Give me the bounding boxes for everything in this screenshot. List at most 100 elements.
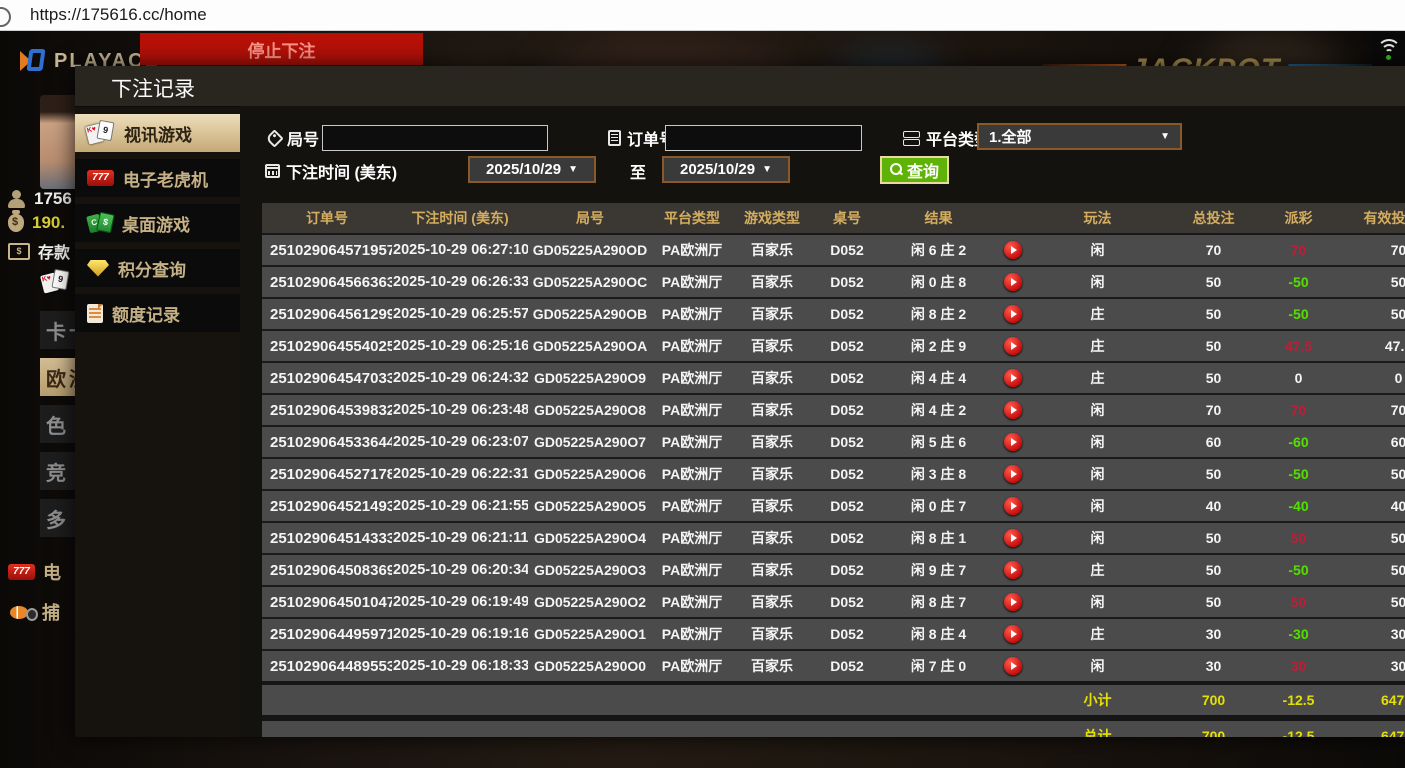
replay-button[interactable] [1004, 465, 1022, 483]
fish-icon [8, 603, 34, 621]
cell-bet-time: 2025-10-29 06:21:11 [392, 522, 528, 554]
cell-table-no: D052 [812, 426, 882, 458]
cell-round-id: GD05225A290O8 [528, 394, 652, 426]
deposit-button[interactable]: $ 存款 [8, 239, 70, 263]
cell-bet-side: 闲 [1030, 426, 1165, 458]
tab-video-games[interactable]: 视讯游戏 [75, 114, 240, 152]
cell-round-id: GD05225A290O9 [528, 362, 652, 394]
tab-slot-machines[interactable]: 电子老虎机 [75, 159, 240, 197]
cell-platform: PA欧洲厅 [652, 298, 732, 330]
cell-order-id: 251029064514333 [262, 522, 392, 554]
cell-total-bet: 50 [1165, 266, 1262, 298]
subtotal-payout: -12.5 [1262, 683, 1335, 718]
cell-order-id: 251029064489553 [262, 650, 392, 683]
replay-button[interactable] [1004, 273, 1022, 291]
replay-button[interactable] [1004, 657, 1022, 675]
column-header: 平台类型 [652, 203, 732, 234]
person-icon [8, 190, 26, 208]
cell-table-no: D052 [812, 554, 882, 586]
search-button[interactable]: 查询 [880, 156, 949, 184]
date-to-picker[interactable]: 2025/10/29 ▼ [662, 156, 790, 183]
cell-total-bet: 70 [1165, 234, 1262, 266]
replay-button[interactable] [1004, 433, 1022, 451]
replay-button[interactable] [1004, 593, 1022, 611]
cell-platform: PA欧洲厅 [652, 330, 732, 362]
replay-button[interactable] [1004, 241, 1022, 259]
cell-valid-bet: 0 [1335, 362, 1405, 394]
cell-payout: -60 [1262, 426, 1335, 458]
bet-records-table-zone: 订单号下注时间 (美东)局号平台类型游戏类型桌号结果玩法总投注派彩有效投注额 2… [262, 203, 1405, 737]
cell-bet-time: 2025-10-29 06:25:57 [392, 298, 528, 330]
cell-bet-side: 庄 [1030, 298, 1165, 330]
column-header: 游戏类型 [732, 203, 812, 234]
total-total-bet: 700 [1165, 718, 1262, 737]
table-row: 251029064514333 2025-10-29 06:21:11 GD05… [262, 522, 1405, 554]
wifi-icon [1376, 39, 1402, 59]
cell-bet-time: 2025-10-29 06:22:31 [392, 458, 528, 490]
tab-table-games[interactable]: 桌面游戏 [75, 204, 240, 242]
date-from-picker[interactable]: 2025/10/29 ▼ [468, 156, 596, 183]
replay-button[interactable] [1004, 369, 1022, 387]
play-icon [1011, 534, 1017, 542]
order-id-input[interactable] [665, 125, 862, 151]
cell-game-type: 百家乐 [732, 618, 812, 650]
cell-platform: PA欧洲厅 [652, 586, 732, 618]
cell-order-id: 251029064508369 [262, 554, 392, 586]
column-header: 结果 [882, 203, 995, 234]
replay-button[interactable] [1004, 337, 1022, 355]
cell-valid-bet: 50 [1335, 522, 1405, 554]
replay-button[interactable] [1004, 305, 1022, 323]
replay-button[interactable] [1004, 625, 1022, 643]
cell-platform: PA欧洲厅 [652, 266, 732, 298]
cell-table-no: D052 [812, 362, 882, 394]
browser-address-bar[interactable]: https://175616.cc/home [0, 0, 1405, 31]
cell-order-id: 251029064566363 [262, 266, 392, 298]
cell-table-no: D052 [812, 586, 882, 618]
play-icon [1011, 662, 1017, 670]
cell-valid-bet: 50 [1335, 586, 1405, 618]
table-row: 251029064539832 2025-10-29 06:23:48 GD05… [262, 394, 1405, 426]
play-icon [1011, 502, 1017, 510]
cell-result: 闲 8 庄 1 [882, 522, 995, 554]
bet-records-table: 订单号下注时间 (美东)局号平台类型游戏类型桌号结果玩法总投注派彩有效投注额 2… [262, 203, 1405, 737]
replay-button[interactable] [1004, 497, 1022, 515]
url-text[interactable]: https://175616.cc/home [30, 5, 207, 25]
cell-bet-time: 2025-10-29 06:20:34 [392, 554, 528, 586]
cell-table-no: D052 [812, 234, 882, 266]
cell-round-id: GD05225A290O6 [528, 458, 652, 490]
cell-round-id: GD05225A290O3 [528, 554, 652, 586]
table-row: 251029064547033 2025-10-29 06:24:32 GD05… [262, 362, 1405, 394]
column-header: 订单号 [262, 203, 392, 234]
tab-points-query[interactable]: 积分查询 [75, 249, 240, 287]
cell-result: 闲 0 庄 8 [882, 266, 995, 298]
cell-platform: PA欧洲厅 [652, 554, 732, 586]
replay-button[interactable] [1004, 529, 1022, 547]
nav-fishing[interactable]: 捕 [8, 599, 60, 625]
nav-slots[interactable]: 电 [8, 559, 61, 585]
modal-title: 下注记录 [111, 73, 195, 103]
tab-credit-records[interactable]: 额度记录 [75, 294, 240, 332]
cell-order-id: 251029064561299 [262, 298, 392, 330]
total-payout: -12.5 [1262, 718, 1335, 737]
cell-bet-side: 闲 [1030, 266, 1165, 298]
chevron-down-icon: ▼ [568, 164, 578, 175]
table-row: 251029064533644 2025-10-29 06:23:07 GD05… [262, 426, 1405, 458]
cell-payout: 47.5 [1262, 330, 1335, 362]
cell-bet-side: 闲 [1030, 650, 1165, 683]
cell-bet-time: 2025-10-29 06:26:33 [392, 266, 528, 298]
platform-icon [903, 131, 920, 146]
round-id-input[interactable] [322, 125, 548, 151]
play-icon [1011, 374, 1017, 382]
cell-result: 闲 4 庄 2 [882, 394, 995, 426]
replay-button[interactable] [1004, 401, 1022, 419]
cell-payout: -30 [1262, 618, 1335, 650]
cell-table-no: D052 [812, 618, 882, 650]
replay-button[interactable] [1004, 561, 1022, 579]
platform-type-select[interactable]: 1.全部 ▼ [977, 123, 1182, 150]
cell-bet-time: 2025-10-29 06:19:49 [392, 586, 528, 618]
cell-bet-side: 闲 [1030, 234, 1165, 266]
cell-bet-time: 2025-10-29 06:27:10 [392, 234, 528, 266]
cell-bet-side: 庄 [1030, 362, 1165, 394]
subtotal-label: 小计 [1030, 683, 1165, 718]
balance-row: 190. [8, 213, 65, 233]
